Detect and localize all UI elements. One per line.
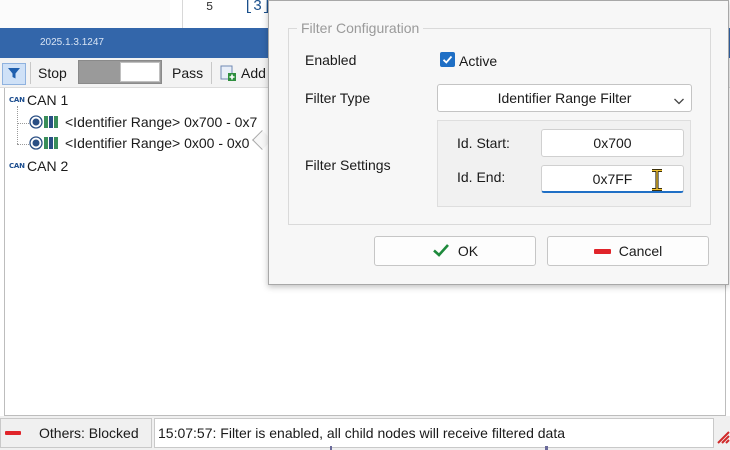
chevron-down-icon [673,93,685,109]
tree-connector [17,123,29,124]
tree-connector [17,106,18,144]
editor-code-text: [3] [244,0,272,15]
active-label[interactable]: Active [459,53,497,69]
id-start-input[interactable]: 0x700 [541,129,684,157]
editor-gutter [0,0,170,28]
toggle-knob[interactable] [120,62,160,82]
filter-type-value: Identifier Range Filter [497,90,632,106]
filter-settings-label: Filter Settings [305,157,391,173]
stop-label: Stop [38,65,67,81]
checkmark-icon [432,243,450,260]
cancel-button[interactable]: Cancel [547,236,709,266]
tree-node-filter-2[interactable]: <Identifier Range> 0x00 - 0x0 [29,133,249,153]
version-label: 2025.1.3.1247 [40,37,104,48]
others-status-label: Others: Blocked [39,425,139,441]
filter-toggle-button[interactable] [2,63,26,85]
status-message-panel: 15:07:57: Filter is enabled, all child n… [154,418,714,448]
can-bus-icon: CAN [9,96,25,104]
toolbar-separator [30,62,31,84]
editor-line-number: 5 [206,0,214,14]
resize-grip-icon[interactable] [716,430,730,444]
filter-configuration-popup: Filter Configuration Enabled Active Filt… [268,0,729,285]
tree-connector [17,144,29,145]
status-bar: Others: Blocked 15:07:57: Filter is enab… [0,416,730,450]
radio-filter-icon [29,135,61,151]
tree-node-can2[interactable]: CAN CAN 2 [9,156,68,176]
funnel-icon [7,66,21,83]
id-end-label: Id. End: [457,169,506,185]
id-start-value: 0x700 [593,135,632,151]
filter-type-select[interactable]: Identifier Range Filter [437,84,692,112]
filter-type-label: Filter Type [305,90,371,106]
id-end-value: 0x7FF [592,170,633,187]
background-artifact [545,446,548,450]
cancel-button-label: Cancel [618,243,663,259]
tree-node-can1[interactable]: CAN CAN 1 [9,90,68,110]
add-filter-icon[interactable] [220,65,236,81]
text-cursor-icon [650,169,664,194]
others-status[interactable]: Others: Blocked [0,418,152,448]
filter-settings-panel: Id. Start: 0x700 Id. End: 0x7FF [437,120,691,207]
editor-gutter-separator [182,0,183,28]
can-bus-icon: CAN [9,162,25,170]
radio-filter-icon [29,114,61,130]
active-checkbox[interactable] [440,52,455,67]
enabled-label: Enabled [305,52,357,68]
background-artifact [330,446,332,450]
status-message: 15:07:57: Filter is enabled, all child n… [158,425,566,441]
minus-red-icon [5,431,21,435]
tree-node-label: CAN 2 [27,158,69,174]
tree-node-filter-1[interactable]: <Identifier Range> 0x700 - 0x7 [29,112,257,132]
tree-node-label: <Identifier Range> 0x00 - 0x0 [65,135,250,151]
pass-label: Pass [172,65,204,81]
ok-button[interactable]: OK [374,236,536,266]
minus-red-icon [593,248,611,254]
checkmark-icon [442,52,453,68]
group-title: Filter Configuration [297,20,424,36]
tree-node-label: <Identifier Range> 0x700 - 0x7 [65,114,258,130]
stop-pass-toggle[interactable] [78,60,162,84]
ok-button-label: OK [457,243,479,259]
id-start-label: Id. Start: [457,135,510,151]
tree-node-label: CAN 1 [27,92,69,108]
add-button-label[interactable]: Add [241,65,266,81]
toolbar-separator [211,62,212,84]
